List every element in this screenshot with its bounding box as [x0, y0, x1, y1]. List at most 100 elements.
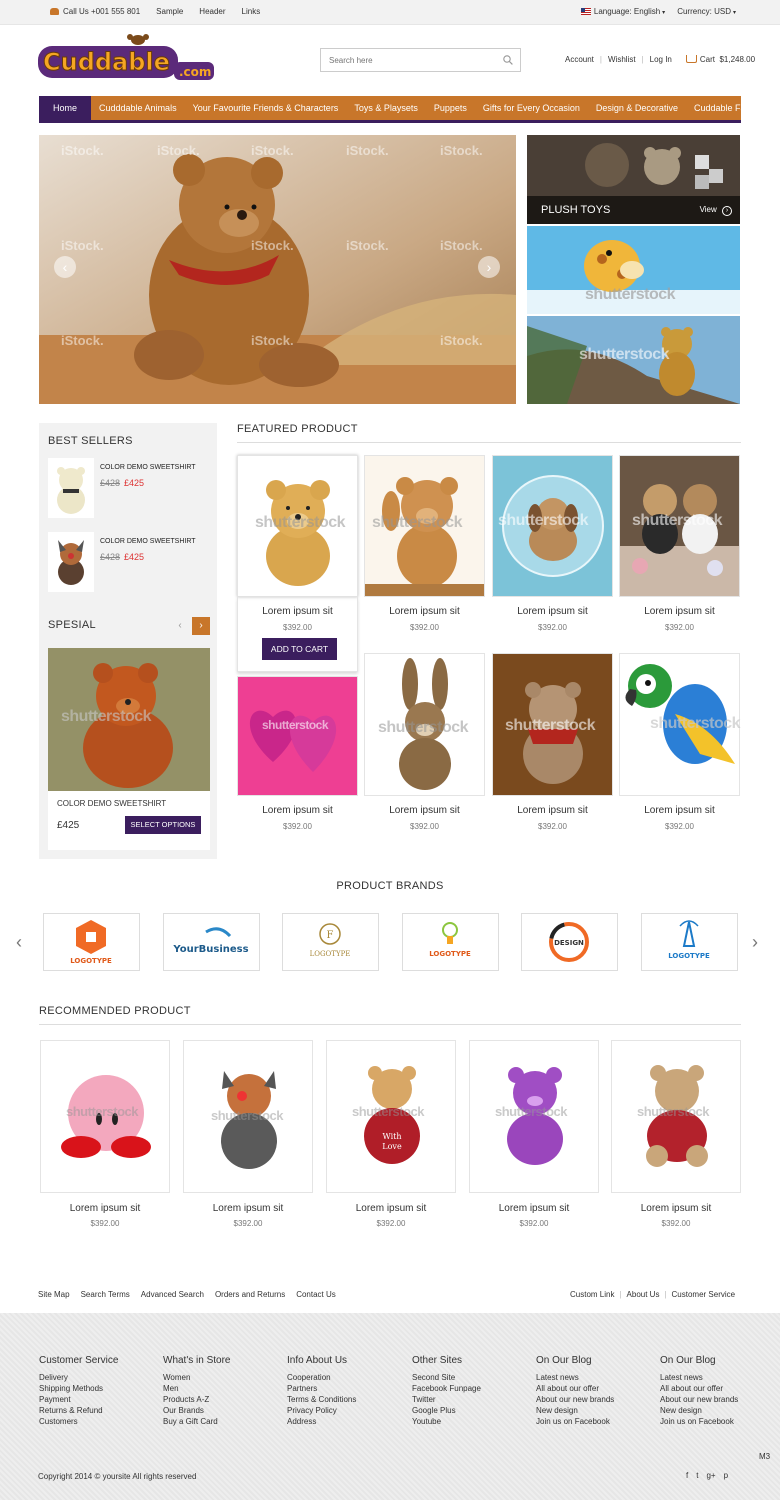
product-name[interactable]: Lorem ipsum sit — [611, 1203, 741, 1214]
best-seller-item[interactable]: COLOR DEMO SWEETSHIRT £428 £425 — [48, 532, 213, 592]
product-name[interactable]: Lorem ipsum sit — [492, 805, 613, 816]
product-name[interactable]: Lorem ipsum sit — [364, 606, 485, 617]
footer-link[interactable]: Terms & Conditions — [287, 1394, 356, 1405]
brand-logo[interactable]: DESIGN — [521, 913, 618, 971]
special-next-button[interactable]: › — [192, 617, 210, 635]
product-name[interactable]: Lorem ipsum sit — [40, 1203, 170, 1214]
footer-link-site-map[interactable]: Site Map — [38, 1290, 70, 1299]
featured-title: FEATURED PRODUCT — [237, 423, 358, 435]
footer-link-about-us[interactable]: About Us — [627, 1290, 660, 1299]
footer-link[interactable]: Customers — [39, 1416, 118, 1427]
currency-selector[interactable]: Currency: USD ▾ — [677, 7, 736, 16]
brands-prev-button[interactable]: ‹ — [16, 932, 22, 953]
footer-link[interactable]: About our new brands — [660, 1394, 738, 1405]
brand-logo[interactable]: LOGOTYPE — [402, 913, 499, 971]
footer-link-search-terms[interactable]: Search Terms — [81, 1290, 130, 1299]
nav-home[interactable]: Home — [39, 96, 92, 120]
site-logo[interactable]: Cuddable .com — [38, 34, 216, 86]
login-link[interactable]: Log In — [650, 55, 672, 64]
product-name[interactable]: Lorem ipsum sit — [619, 805, 740, 816]
footer-link[interactable]: Join us on Facebook — [536, 1416, 614, 1427]
footer-link[interactable]: Men — [163, 1383, 231, 1394]
nav-cuddable-animals[interactable]: Cudddable Animals — [91, 96, 185, 120]
footer-link[interactable]: Cooperation — [287, 1372, 356, 1383]
footer-link[interactable]: New design — [660, 1405, 738, 1416]
brand-logo[interactable]: F LOGOTYPE — [282, 913, 379, 971]
product-name[interactable]: Lorem ipsum sit — [619, 606, 740, 617]
footer-link-contact-us[interactable]: Contact Us — [296, 1290, 336, 1299]
nav-favourite-friends[interactable]: Your Favourite Friends & Characters — [185, 96, 347, 120]
top-link-sample[interactable]: Sample — [156, 7, 183, 16]
product-name[interactable]: Lorem ipsum sit — [364, 805, 485, 816]
plush-toys-banner[interactable]: PLUSH TOYS View › — [527, 135, 740, 224]
top-link-links[interactable]: Links — [242, 7, 261, 16]
footer-link[interactable]: Join us on Facebook — [660, 1416, 738, 1427]
footer-link[interactable]: Products A-Z — [163, 1394, 231, 1405]
footer-link[interactable]: Address — [287, 1416, 356, 1427]
footer-link[interactable]: All about our offer — [660, 1383, 738, 1394]
plush-view-link[interactable]: View › — [700, 205, 732, 216]
twitter-icon[interactable]: t — [696, 1471, 698, 1480]
brand-logo[interactable]: LOGOTYPE — [641, 913, 738, 971]
brands-next-button[interactable]: › — [752, 932, 758, 953]
best-seller-item[interactable]: COLOR DEMO SWEETSHIRT £428 £425 — [48, 458, 213, 518]
product-name[interactable]: Lorem ipsum sit — [326, 1203, 456, 1214]
footer-link[interactable]: Privacy Policy — [287, 1405, 356, 1416]
footer-link[interactable]: Women — [163, 1372, 231, 1383]
giraffe-banner[interactable]: shutterstock — [527, 226, 740, 314]
google-plus-icon[interactable]: g+ — [706, 1471, 715, 1480]
footer-link[interactable]: Twitter — [412, 1394, 481, 1405]
footer-link[interactable]: Shipping Methods — [39, 1383, 118, 1394]
cart-link[interactable]: Cart $1,248.00 — [685, 55, 755, 64]
footer-link[interactable]: Second Site — [412, 1372, 481, 1383]
footer-link[interactable]: Google Plus — [412, 1405, 481, 1416]
footer-link-orders-returns[interactable]: Orders and Returns — [215, 1290, 285, 1299]
account-link[interactable]: Account — [565, 55, 594, 64]
footer-link[interactable]: About our new brands — [536, 1394, 614, 1405]
nav-design-decorative[interactable]: Design & Decorative — [588, 96, 686, 120]
best-seller-name[interactable]: COLOR DEMO SWEETSHIRT — [100, 464, 196, 471]
footer-link[interactable]: All about our offer — [536, 1383, 614, 1394]
wishlist-link[interactable]: Wishlist — [608, 55, 636, 64]
pinterest-icon[interactable]: p — [724, 1471, 728, 1480]
search-icon[interactable] — [503, 55, 513, 65]
best-seller-name[interactable]: COLOR DEMO SWEETSHIRT — [100, 538, 196, 545]
footer-link-customer-service[interactable]: Customer Service — [672, 1290, 736, 1299]
hero-slider[interactable]: iStock. iStock. iStock. iStock. iStock. … — [39, 135, 516, 404]
search-input[interactable] — [321, 49, 491, 71]
footer-link[interactable]: Facebook Funpage — [412, 1383, 481, 1394]
footer-link[interactable]: New design — [536, 1405, 614, 1416]
product-name[interactable]: Lorem ipsum sit — [492, 606, 613, 617]
slider-prev-button[interactable]: ‹ — [54, 256, 76, 278]
footer-link[interactable]: Latest news — [536, 1372, 614, 1383]
nav-gifts[interactable]: Gifts for Every Occasion — [475, 96, 588, 120]
facebook-icon[interactable]: f — [686, 1471, 688, 1480]
footer-link[interactable]: Delivery — [39, 1372, 118, 1383]
featured-product-image[interactable] — [237, 676, 358, 796]
footer-link[interactable]: Our Brands — [163, 1405, 231, 1416]
special-prev-button[interactable]: ‹ — [171, 617, 189, 635]
language-selector[interactable]: Language: English ▾ — [580, 7, 665, 16]
nav-toys-playsets[interactable]: Toys & Playsets — [346, 96, 426, 120]
product-name[interactable]: Lorem ipsum sit — [183, 1203, 313, 1214]
tree-bear-banner[interactable]: shutterstock — [527, 316, 740, 404]
nav-puppets[interactable]: Puppets — [426, 96, 475, 120]
product-name[interactable]: Lorem ipsum sit — [469, 1203, 599, 1214]
brand-logo[interactable]: LOGOTYPE — [43, 913, 140, 971]
footer-link[interactable]: Partners — [287, 1383, 356, 1394]
footer-link-custom[interactable]: Custom Link — [570, 1290, 614, 1299]
special-product-name[interactable]: COLOR DEMO SWEETSHIRT — [57, 799, 166, 808]
footer-link[interactable]: Payment — [39, 1394, 118, 1405]
footer-link[interactable]: Youtube — [412, 1416, 481, 1427]
top-link-header[interactable]: Header — [199, 7, 225, 16]
select-options-button[interactable]: SELECT OPTIONS — [125, 816, 201, 834]
slider-next-button[interactable]: › — [478, 256, 500, 278]
product-name[interactable]: Lorem ipsum sit — [237, 805, 358, 816]
footer-link[interactable]: Returns & Refund — [39, 1405, 118, 1416]
nav-cuddable-fashion[interactable]: Cuddable Fashion — [686, 96, 775, 120]
contact-phone[interactable]: Call Us +001 555 801 — [50, 7, 140, 16]
footer-link-advanced-search[interactable]: Advanced Search — [141, 1290, 204, 1299]
footer-link[interactable]: Latest news — [660, 1372, 738, 1383]
footer-link[interactable]: Buy a Gift Card — [163, 1416, 231, 1427]
brand-logo[interactable]: YourBusiness — [163, 913, 260, 971]
